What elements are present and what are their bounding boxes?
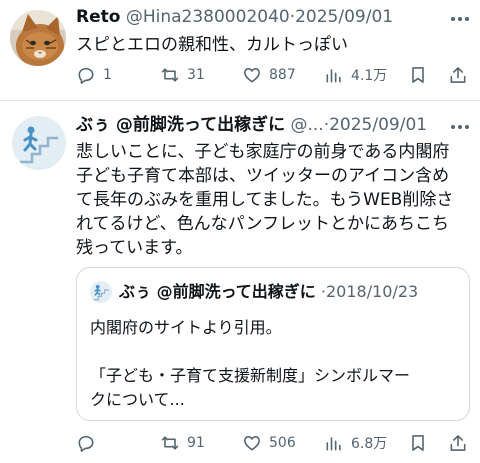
like-count: 887 — [269, 67, 296, 83]
tweet-header: Reto @Hina2380002040·2025/09/01 — [76, 6, 393, 28]
display-name[interactable]: Reto — [76, 7, 120, 27]
retweet-icon — [161, 68, 179, 82]
views-icon — [326, 437, 341, 451]
view-count: 6.8万 — [351, 436, 388, 452]
timestamp[interactable]: 2025/09/01 — [295, 7, 393, 27]
divider — [0, 100, 480, 101]
tweet-text: 悲しいことに、子ども家庭庁の前身である内閣府 子ども子育て本部は、ツイッターのア… — [76, 142, 454, 258]
like-button[interactable]: 887 — [242, 62, 296, 88]
views-button[interactable]: 6.8万 — [324, 430, 387, 456]
quote-timestamp: 2018/10/23 — [325, 282, 419, 301]
quote-avatar — [90, 281, 112, 303]
share-button[interactable] — [448, 430, 468, 456]
cat-avatar-image — [10, 10, 66, 66]
stairs-avatar-image — [90, 281, 112, 303]
avatar[interactable] — [12, 116, 66, 170]
tweet-text: スピとエロの親和性、カルトっぽい — [76, 35, 348, 55]
retweet-icon — [161, 436, 179, 450]
reply-count: 1 — [103, 67, 112, 83]
like-button[interactable]: 506 — [242, 430, 296, 456]
share-icon — [450, 435, 466, 451]
like-count: 506 — [269, 435, 296, 451]
avatar[interactable] — [10, 10, 66, 66]
tweet[interactable]: ぶぅ @前脚洗って出稼ぎに @...·2025/09/01 悲しいことに、子ども… — [0, 104, 480, 463]
share-button[interactable] — [448, 62, 468, 88]
views-icon — [326, 69, 341, 83]
reply-button[interactable]: 1 — [76, 62, 112, 88]
retweet-button[interactable]: 31 — [160, 62, 205, 88]
bookmark-icon — [412, 435, 424, 451]
bookmark-icon — [412, 67, 424, 83]
quote-display-name: ぶぅ @前脚洗って出稼ぎに — [119, 282, 316, 301]
reply-button[interactable] — [76, 430, 103, 456]
bookmark-button[interactable] — [408, 62, 428, 88]
more-icon[interactable] — [448, 8, 472, 30]
retweet-button[interactable]: 91 — [160, 430, 205, 456]
tweet[interactable]: Reto @Hina2380002040·2025/09/01 スピとエロの親和… — [0, 0, 480, 100]
heart-icon — [244, 68, 260, 83]
display-name[interactable]: ぶぅ @前脚洗って出稼ぎに — [76, 115, 285, 135]
quote-header: ぶぅ @前脚洗って出稼ぎに ·2018/10/23 — [119, 280, 418, 304]
reply-icon — [78, 67, 94, 84]
share-icon — [450, 67, 466, 83]
tweet-actions: 1 31 887 4.1万 — [76, 62, 470, 88]
heart-icon — [244, 436, 260, 451]
stairs-avatar-image — [12, 116, 66, 170]
views-button[interactable]: 4.1万 — [324, 62, 387, 88]
view-count: 4.1万 — [351, 68, 388, 84]
more-icon[interactable] — [448, 116, 472, 138]
retweet-count: 31 — [187, 67, 205, 83]
handle[interactable]: @Hina2380002040 — [126, 7, 290, 27]
retweet-count: 91 — [187, 435, 205, 451]
quoted-tweet[interactable]: ぶぅ @前脚洗って出稼ぎに ·2018/10/23 内閣府のサイトより引用。 「… — [76, 267, 470, 421]
tweet-actions: 91 506 6.8万 — [76, 430, 470, 456]
reply-icon — [78, 435, 94, 452]
bookmark-button[interactable] — [408, 430, 428, 456]
tweet-header: ぶぅ @前脚洗って出稼ぎに @...·2025/09/01 — [76, 114, 427, 136]
timestamp[interactable]: 2025/09/01 — [329, 115, 427, 135]
handle[interactable]: @... — [290, 115, 323, 135]
quote-text: 内閣府のサイトより引用。 「子ども・子育て支援新制度」シンボルマー クについて.… — [90, 318, 411, 409]
